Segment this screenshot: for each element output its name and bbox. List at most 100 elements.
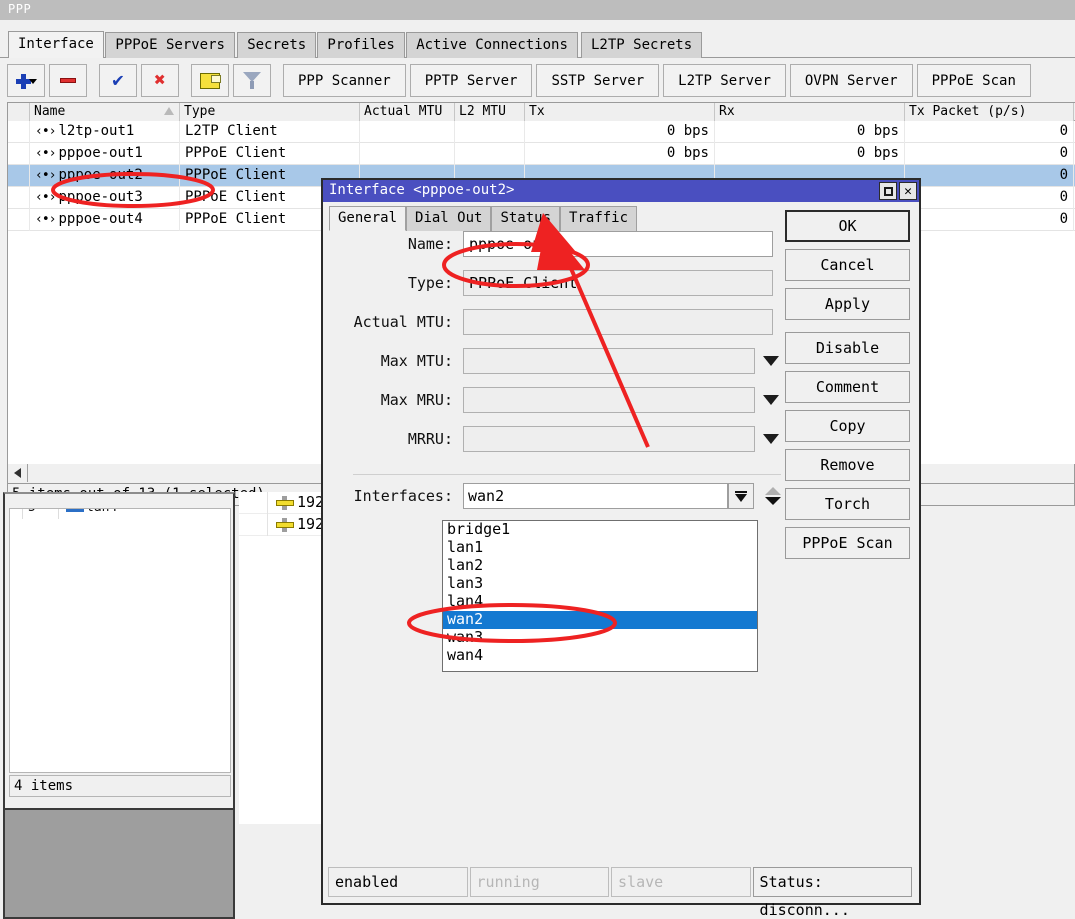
interfaces-combo[interactable]: wan2 [463,483,781,509]
cell-value: 0 bps [856,145,899,161]
tab-l2tp-secrets[interactable]: L2TP Secrets [581,32,703,58]
dialog-tab-general[interactable]: General [329,206,407,231]
tab-label: Interface [18,36,94,52]
field-input-type[interactable]: PPPoE Client [463,270,773,296]
column-header-label: Type [184,104,216,119]
footer-cell-enabled: enabled [328,867,468,897]
ip-list-row[interactable]: 192 [239,492,332,514]
dialog-button-label: Comment [815,378,880,396]
field-input-mrru[interactable] [463,426,755,452]
table-column-header[interactable]: Name [30,103,180,121]
maximize-button[interactable] [879,182,897,200]
table-cell: 0 bps [715,143,905,165]
dialog-tab-traffic[interactable]: Traffic [560,206,638,231]
tab-interface[interactable]: Interface [8,31,104,58]
arrow-down-icon[interactable] [765,497,781,505]
background-row-label: lan4 [86,509,117,515]
dialog-button-torch[interactable]: Torch [785,488,910,520]
interfaces-spinner[interactable] [763,484,783,508]
table-column-header[interactable] [8,103,30,121]
tab-active-connections[interactable]: Active Connections [406,32,578,58]
table-cell: 0 [905,187,1074,209]
table-column-header[interactable]: Tx [525,103,715,121]
dialog-button-comment[interactable]: Comment [785,371,910,403]
arrow-left-icon [14,468,21,478]
dropdown-option-lan3[interactable]: lan3 [443,575,757,593]
interface-name: pppoe-out3 [58,189,143,205]
ip-list-row[interactable]: 192 [239,514,332,536]
ppp-window-title: PPP [8,2,32,16]
table-column-header[interactable]: Actual MTU [360,103,455,121]
table-cell: 0 [905,143,1074,165]
dropdown-option-wan2[interactable]: wan2 [443,611,757,629]
add-button[interactable] [7,64,45,97]
field-input-max-mtu[interactable] [463,348,755,374]
dialog-tab-label: General [338,210,398,226]
table-column-header[interactable]: Tx Packet (p/s) [905,103,1074,121]
field-input-max-mru[interactable] [463,387,755,413]
gray-panel [3,808,235,919]
dialog-button-remove[interactable]: Remove [785,449,910,481]
chevron-down-icon[interactable] [763,434,779,444]
close-button[interactable]: ✕ [899,182,917,200]
tab-pppoe-servers[interactable]: PPPoE Servers [105,32,235,58]
toolbar-button-pppoe-scan[interactable]: PPPoE Scan [916,64,1031,97]
table-column-header[interactable]: Type [180,103,360,121]
interfaces-input[interactable]: wan2 [463,483,728,509]
chevron-down-icon[interactable] [763,395,779,405]
minus-icon [60,78,76,83]
footer-cell-text: slave [618,873,664,891]
dropdown-option-lan2[interactable]: lan2 [443,557,757,575]
dialog-tab-status[interactable]: Status [491,206,561,231]
chevron-down-icon[interactable] [763,356,779,366]
toolbar-button-sstp-server[interactable]: SSTP Server [536,64,660,97]
remove-button[interactable] [49,64,87,97]
table-column-header[interactable]: L2 MTU [455,103,525,121]
toolbar-button-ppp-scanner[interactable]: PPP Scanner [283,64,406,97]
dropdown-option-lan1[interactable]: lan1 [443,539,757,557]
toolbar-button-l2tp-server[interactable]: L2TP Server [663,64,786,97]
table-row[interactable]: ‹•› l2tp-out1 L2TP Client 0 bps 0 bps 0 [8,121,1075,143]
dropdown-option-label: lan4 [447,592,484,610]
sort-ascending-icon [164,107,174,115]
field-label: Name: [407,235,453,253]
address-pin-icon [276,518,294,532]
column-divider [267,514,268,536]
table-cell [455,121,525,143]
interface-name: pppoe-out1 [58,145,143,161]
dropdown-option-wan4[interactable]: wan4 [443,647,757,665]
dialog-tab-dial-out[interactable]: Dial Out [406,206,492,231]
cell-value: PPPoE Client [185,211,287,227]
footer-cell-text: Status: disconn... [759,873,850,919]
dropdown-option-wan3[interactable]: wan3 [443,629,757,647]
field-input-actual-mtu[interactable] [463,309,773,335]
dialog-button-cancel[interactable]: Cancel [785,249,910,281]
dialog-button-apply[interactable]: Apply [785,288,910,320]
toolbar-button-pptp-server[interactable]: PPTP Server [409,64,533,97]
field-input-name[interactable]: pppoe-out2 [463,231,773,257]
comment-button[interactable] [191,64,229,97]
toolbar-button-ovpn-server[interactable]: OVPN Server [789,64,913,97]
tab-secrets[interactable]: Secrets [237,32,317,58]
interfaces-dropdown-button[interactable] [728,483,754,509]
dialog-button-pppoe-scan[interactable]: PPPoE Scan [785,527,910,559]
filter-button[interactable] [233,64,271,97]
dialog-button-label: Copy [829,417,866,435]
table-column-header[interactable]: Rx [715,103,905,121]
scroll-left-button[interactable] [8,464,28,482]
table-cell [455,143,525,165]
table-row[interactable]: ‹•› pppoe-out1 PPPoE Client 0 bps 0 bps 0 [8,143,1075,165]
tab-profiles[interactable]: Profiles [317,32,405,58]
dropdown-option-lan4[interactable]: lan4 [443,593,757,611]
interfaces-dropdown-list[interactable]: bridge1 lan1 lan2 lan3 lan4 wan2 wan3 wan4 [442,520,758,672]
dialog-button-disable[interactable]: Disable [785,332,910,364]
footer-cell-text: enabled [335,873,399,891]
cell-value: PPPoE Client [185,167,287,183]
dialog-button-copy[interactable]: Copy [785,410,910,442]
dialog-button-ok[interactable]: OK [785,210,910,242]
plus-icon [16,73,37,89]
arrow-up-icon[interactable] [765,487,781,495]
dropdown-option-bridge1[interactable]: bridge1 [443,521,757,539]
enable-button[interactable]: ✔ [99,64,137,97]
disable-button[interactable]: ✖ [141,64,179,97]
